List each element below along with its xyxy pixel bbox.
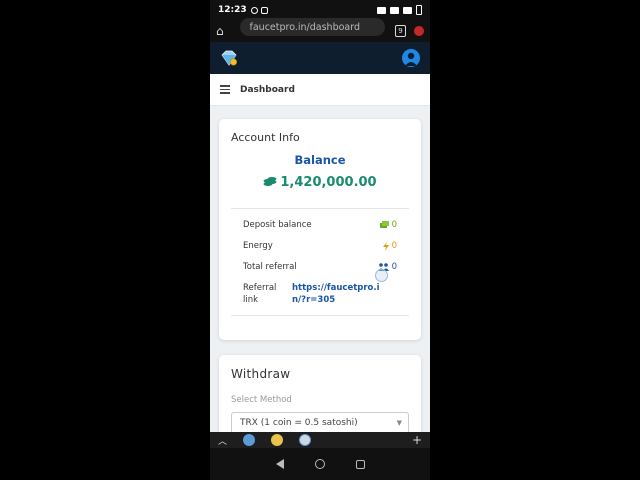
back-icon[interactable] <box>275 459 284 469</box>
chevron-down-icon: ▼ <box>396 419 402 427</box>
row-value: 0 <box>382 241 397 251</box>
phone-screen: 12:23 ⌂ faucetpro.in/dashboard 9 Dashboa… <box>210 0 430 480</box>
status-time: 12:23 <box>218 5 247 15</box>
card-title: Withdraw <box>231 367 291 381</box>
tab-icon[interactable] <box>243 434 256 446</box>
money-icon <box>379 221 389 228</box>
cast-icon <box>377 6 386 14</box>
user-avatar-icon[interactable] <box>402 49 420 67</box>
bolt-icon <box>382 241 389 251</box>
row-label: Total referral <box>243 262 297 272</box>
hamburger-menu-icon[interactable] <box>220 85 230 94</box>
divider <box>231 208 409 209</box>
menu-icon[interactable] <box>414 26 424 36</box>
network-icon <box>390 6 399 14</box>
row-label: Deposit balance <box>243 220 312 230</box>
account-info-card: Account Info Balance 1,420,000.00 Deposi… <box>219 119 421 340</box>
signal-icon <box>403 6 412 14</box>
app-header <box>210 42 430 74</box>
referral-label: Referral link <box>243 283 277 305</box>
selected-method: TRX (1 coin = 0.5 satoshi) <box>240 418 358 428</box>
instagram-icon <box>260 6 268 14</box>
diamond-logo-icon[interactable] <box>220 50 238 66</box>
withdraw-card: Withdraw Select Method TRX (1 coin = 0.5… <box>219 355 421 432</box>
address-bar[interactable]: faucetpro.in/dashboard <box>239 18 385 36</box>
new-tab-icon[interactable]: + <box>412 433 422 447</box>
row-label: Energy <box>243 241 273 251</box>
balance-value-wrap: 1,420,000.00 <box>219 175 421 190</box>
balance-value: 1,420,000.00 <box>280 175 377 190</box>
notification-icon <box>250 6 258 14</box>
page-title: Dashboard <box>240 84 295 95</box>
coins-icon <box>263 177 277 186</box>
card-title: Account Info <box>231 131 300 144</box>
browser-toolbar: ⌂ faucetpro.in/dashboard 9 <box>210 18 430 42</box>
info-row-energy: Energy 0 <box>243 241 397 251</box>
tabs-button[interactable]: 9 <box>394 25 407 37</box>
main-content[interactable]: Account Info Balance 1,420,000.00 Deposi… <box>210 106 430 432</box>
referral-link[interactable]: https://faucetpro.in/?r=305 <box>292 282 392 306</box>
address-text: faucetpro.in/dashboard <box>249 21 361 33</box>
balance-label: Balance <box>294 153 346 167</box>
system-nav-bar <box>210 448 430 480</box>
home-button-icon[interactable] <box>314 459 325 469</box>
tab-icon[interactable] <box>271 434 284 446</box>
browser-bottom-bar: ︿ + <box>210 432 430 448</box>
info-row-referral: Total referral 0 <box>243 262 397 272</box>
battery-icon <box>416 5 422 15</box>
status-icons <box>377 5 422 15</box>
status-bar: 12:23 <box>210 0 430 20</box>
page-navbar: Dashboard <box>210 74 430 106</box>
recent-apps-icon[interactable] <box>355 459 365 469</box>
touch-indicator <box>375 269 388 282</box>
home-icon[interactable]: ⌂ <box>216 24 230 38</box>
row-value: 0 <box>379 220 397 230</box>
chevron-up-icon[interactable]: ︿ <box>218 434 227 447</box>
info-row-deposit: Deposit balance 0 <box>243 220 397 230</box>
select-method-label: Select Method <box>231 395 292 405</box>
tab-icon[interactable] <box>299 434 312 446</box>
method-select[interactable]: TRX (1 coin = 0.5 satoshi) ▼ <box>231 412 409 432</box>
divider <box>231 315 409 316</box>
